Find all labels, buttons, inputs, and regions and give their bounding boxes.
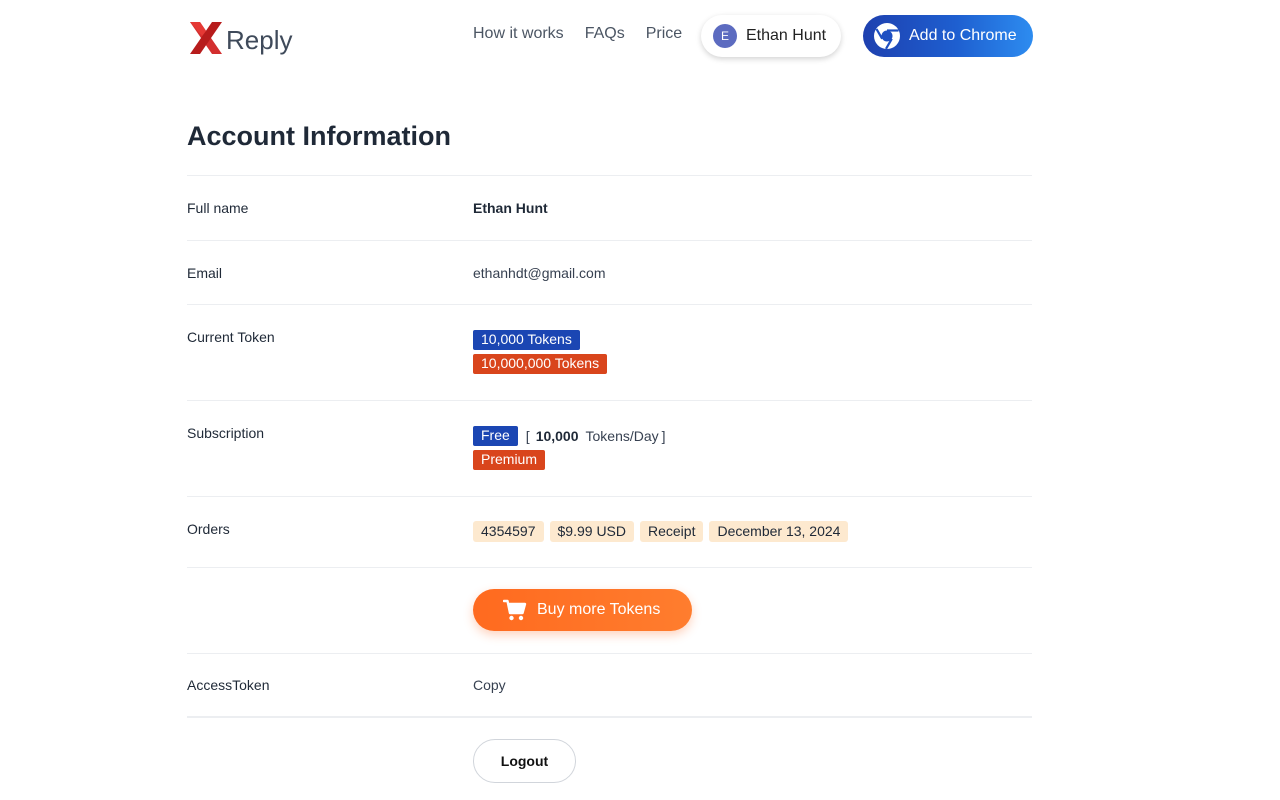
row-full-name: Full name Ethan Hunt xyxy=(187,175,1032,240)
orders-label: Orders xyxy=(187,521,230,537)
user-name: Ethan Hunt xyxy=(746,27,827,44)
logout-button[interactable]: Logout xyxy=(473,739,576,783)
nav-faqs[interactable]: FAQs xyxy=(585,25,625,43)
row-logout: Logout xyxy=(187,716,1032,796)
email-value: ethanhdt@gmail.com xyxy=(473,265,606,281)
main-nav: How it works FAQs Price xyxy=(473,25,682,43)
shopping-cart-icon xyxy=(503,599,527,621)
row-current-token: Current Token 10,000 Tokens 10,000,000 T… xyxy=(187,304,1032,400)
order-receipt-link[interactable]: Receipt xyxy=(640,521,704,542)
row-access-token: AccessToken Copy xyxy=(187,653,1032,716)
bracket-open: [ xyxy=(525,428,530,444)
account-info-table: Full name Ethan Hunt Email ethanhdt@gmai… xyxy=(187,175,1032,796)
subscription-label: Subscription xyxy=(187,425,265,441)
email-label: Email xyxy=(187,265,223,281)
nav-price[interactable]: Price xyxy=(646,25,682,43)
logo[interactable]: Reply xyxy=(188,20,292,56)
buy-more-tokens-button[interactable]: Buy more Tokens xyxy=(473,589,692,631)
add-to-chrome-label: Add to Chrome xyxy=(909,27,1017,44)
orders-value: 4354597 $9.99 USD Receipt December 13, 2024 xyxy=(473,521,854,542)
logout-wrapper: Logout xyxy=(473,739,576,783)
current-token-value: 10,000 Tokens 10,000,000 Tokens xyxy=(473,330,608,374)
full-name-value: Ethan Hunt xyxy=(473,200,548,216)
token-badge-free: 10,000 Tokens xyxy=(473,330,580,350)
daily-token-amount: 10,000 xyxy=(535,428,579,444)
nav-how-it-works[interactable]: How it works xyxy=(473,25,564,43)
token-badge-premium: 10,000,000 Tokens xyxy=(473,354,608,374)
header: Reply How it works FAQs Price E Ethan Hu… xyxy=(0,0,1280,80)
buy-tokens-wrapper: Buy more Tokens xyxy=(473,589,692,631)
user-menu-button[interactable]: E Ethan Hunt xyxy=(701,15,841,57)
add-to-chrome-button[interactable]: Add to Chrome xyxy=(863,15,1033,57)
x-logo-icon xyxy=(190,22,222,54)
row-email: Email ethanhdt@gmail.com xyxy=(187,240,1032,304)
page-title: Account Information xyxy=(187,121,451,151)
order-amount: $9.99 USD xyxy=(549,521,634,542)
full-name-label: Full name xyxy=(187,200,249,216)
daily-token-unit: Tokens/Day xyxy=(585,428,659,444)
copy-access-token-button[interactable]: Copy xyxy=(473,677,506,693)
row-orders: Orders 4354597 $9.99 USD Receipt December 1… xyxy=(187,496,1032,567)
subscription-free-badge: Free xyxy=(473,426,518,446)
subscription-value: Free [ 10,000 Tokens/Day ] Premium xyxy=(473,426,666,470)
order-date: December 13, 2024 xyxy=(709,521,849,542)
bracket-close: ] xyxy=(661,428,666,444)
order-id: 4354597 xyxy=(473,521,544,542)
row-subscription: Subscription Free [ 10,000 Tokens/Day ] … xyxy=(187,400,1032,496)
chrome-icon xyxy=(874,23,900,50)
subscription-premium-badge: Premium xyxy=(473,450,546,470)
avatar: E xyxy=(713,24,737,48)
current-token-label: Current Token xyxy=(187,329,275,345)
buy-more-tokens-label: Buy more Tokens xyxy=(537,601,661,618)
row-buy-tokens: Buy more Tokens xyxy=(187,567,1032,653)
access-token-label: AccessToken xyxy=(187,677,270,693)
logo-text: Reply xyxy=(226,24,293,55)
